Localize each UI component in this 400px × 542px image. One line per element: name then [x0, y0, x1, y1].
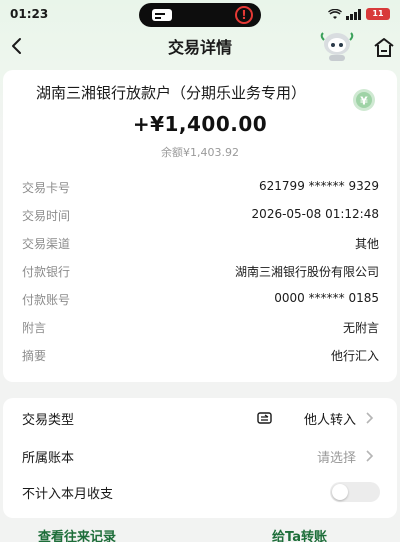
assistant-robot-icon[interactable]	[318, 30, 356, 62]
status-bar: 01:23 ! 11	[0, 0, 400, 30]
detail-row-card-number: 交易卡号 621799 ****** 9329	[0, 179, 400, 199]
exclude-monthly-toggle[interactable]	[330, 482, 380, 502]
account-name: 湖南三湘银行放款户（分期乐业务专用）	[36, 84, 307, 102]
signal-icon	[346, 8, 361, 20]
status-icons: 11	[328, 8, 390, 20]
detail-label: 交易渠道	[22, 237, 71, 251]
transfer-to-them-button[interactable]: 给Ta转账	[272, 526, 327, 542]
status-time: 01:23	[10, 7, 49, 21]
transfer-icon	[257, 412, 272, 424]
view-history-button[interactable]: 查看往来记录	[38, 526, 116, 542]
account-book-row[interactable]: 所属账本 请选择	[0, 444, 400, 470]
exclude-monthly-label: 不计入本月收支	[22, 487, 114, 502]
detail-label: 交易卡号	[22, 181, 71, 195]
dynamic-island: !	[139, 3, 261, 27]
detail-label: 交易时间	[22, 209, 71, 223]
exclude-monthly-row: 不计入本月收支	[0, 480, 400, 506]
account-book-label: 所属账本	[22, 451, 75, 466]
alert-icon: !	[235, 6, 253, 24]
detail-row-time: 交易时间 2026-05-08 01:12:48	[0, 207, 400, 227]
detail-label: 附言	[22, 321, 47, 335]
detail-value: 无附言	[342, 321, 379, 335]
svg-text:¥: ¥	[360, 95, 368, 108]
battery-icon: 11	[366, 8, 390, 20]
account-book-value: 请选择	[316, 451, 356, 466]
detail-row-payer-account: 付款账号 0000 ****** 0185	[0, 291, 400, 311]
detail-row-payer-bank: 付款银行 湖南三湘银行股份有限公司	[0, 263, 400, 283]
detail-value: 其他	[354, 237, 379, 251]
toggle-knob	[332, 484, 348, 500]
detail-label: 摘要	[22, 349, 47, 363]
transaction-type-label: 交易类型	[22, 413, 75, 428]
account-balance: 余额¥1,403.92	[161, 146, 239, 159]
detail-value: 2026-05-08 01:12:48	[251, 207, 379, 221]
detail-label: 付款账号	[22, 293, 71, 307]
detail-value: 621799 ****** 9329	[259, 179, 379, 193]
detail-row-channel: 交易渠道 其他	[0, 235, 400, 255]
home-icon[interactable]	[372, 36, 396, 58]
wifi-icon	[328, 8, 342, 19]
transaction-type-row[interactable]: 交易类型 他人转入	[0, 406, 400, 432]
detail-row-remark: 附言 无附言	[0, 319, 400, 339]
detail-value: 0000 ****** 0185	[274, 291, 379, 305]
chevron-right-icon	[366, 412, 374, 424]
transaction-amount: +¥1,400.00	[132, 112, 268, 136]
detail-label: 付款银行	[22, 265, 71, 279]
card-icon	[152, 9, 172, 21]
detail-value: 他行汇入	[330, 349, 379, 363]
transaction-type-value: 他人转入	[303, 413, 356, 428]
chevron-right-icon	[366, 450, 374, 462]
detail-row-summary: 摘要 他行汇入	[0, 347, 400, 367]
currency-coin-icon: ¥	[353, 89, 375, 111]
detail-value: 湖南三湘银行股份有限公司	[234, 265, 379, 279]
nav-bar: 交易详情	[0, 30, 400, 70]
